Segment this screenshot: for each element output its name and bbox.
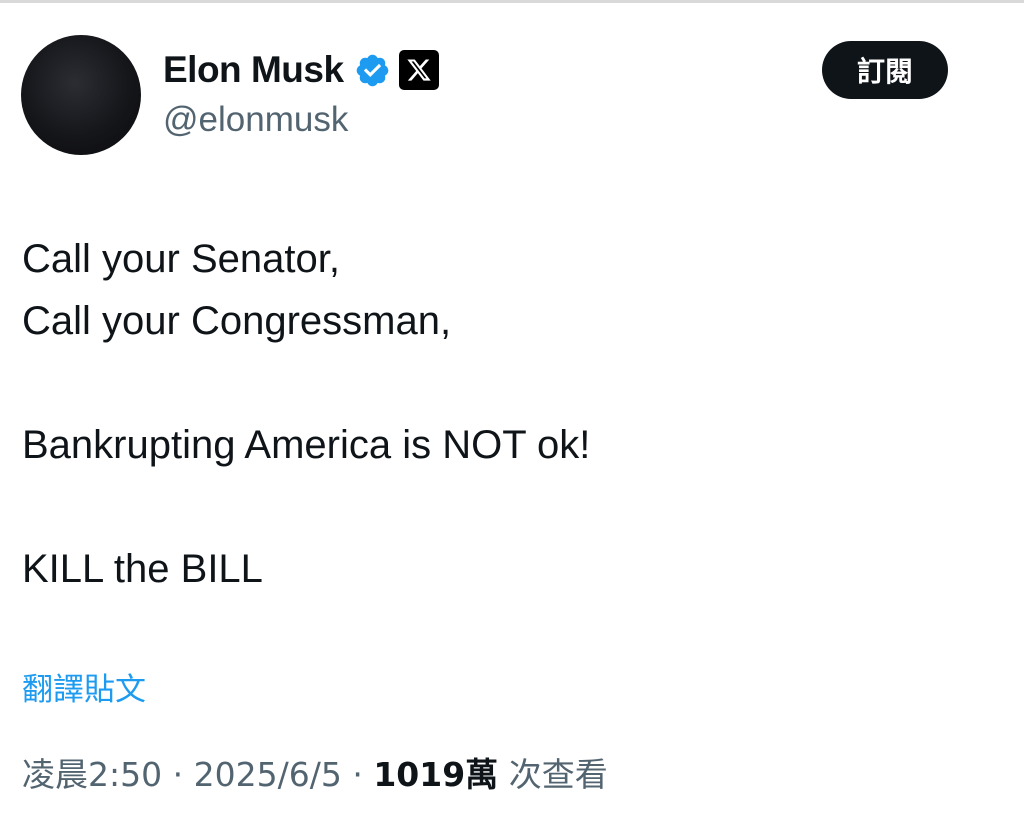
tweet-line xyxy=(22,476,590,538)
tweet-meta: 凌晨2:50 · 2025/6/5 · 1019萬 次查看 xyxy=(22,748,608,796)
verified-badge-icon[interactable] xyxy=(354,52,391,89)
meta-separator: · xyxy=(172,755,184,794)
author-name-row: Elon Musk xyxy=(163,46,439,94)
tweet-line: Call your Congressman, xyxy=(22,299,452,343)
tweet-date[interactable]: 2025/6/5 xyxy=(194,755,342,794)
views-label: 次查看 xyxy=(508,755,608,794)
author-handle[interactable]: @elonmusk xyxy=(163,100,348,140)
avatar[interactable] xyxy=(21,35,141,155)
tweet-line: Bankrupting America is NOT ok! xyxy=(22,423,591,467)
tweet-line xyxy=(22,352,590,414)
author-display-name[interactable]: Elon Musk xyxy=(163,49,344,91)
subscribe-button[interactable]: 訂閱 xyxy=(822,41,948,99)
meta-separator: · xyxy=(352,755,363,794)
tweet-line: KILL the BILL xyxy=(22,547,263,591)
tweet-line: Call your Senator, xyxy=(22,237,340,281)
x-logo-icon xyxy=(398,50,439,90)
tweet-text: Call your Senator, Call your Congressman… xyxy=(22,228,590,600)
tweet-time[interactable]: 凌晨2:50 xyxy=(22,755,162,794)
translate-post-link[interactable]: 翻譯貼文 xyxy=(22,664,146,709)
tweet-card: Elon Musk @elonmusk 訂閱 Call your Senator… xyxy=(0,0,1024,829)
views-count: 1019萬 xyxy=(373,755,499,794)
